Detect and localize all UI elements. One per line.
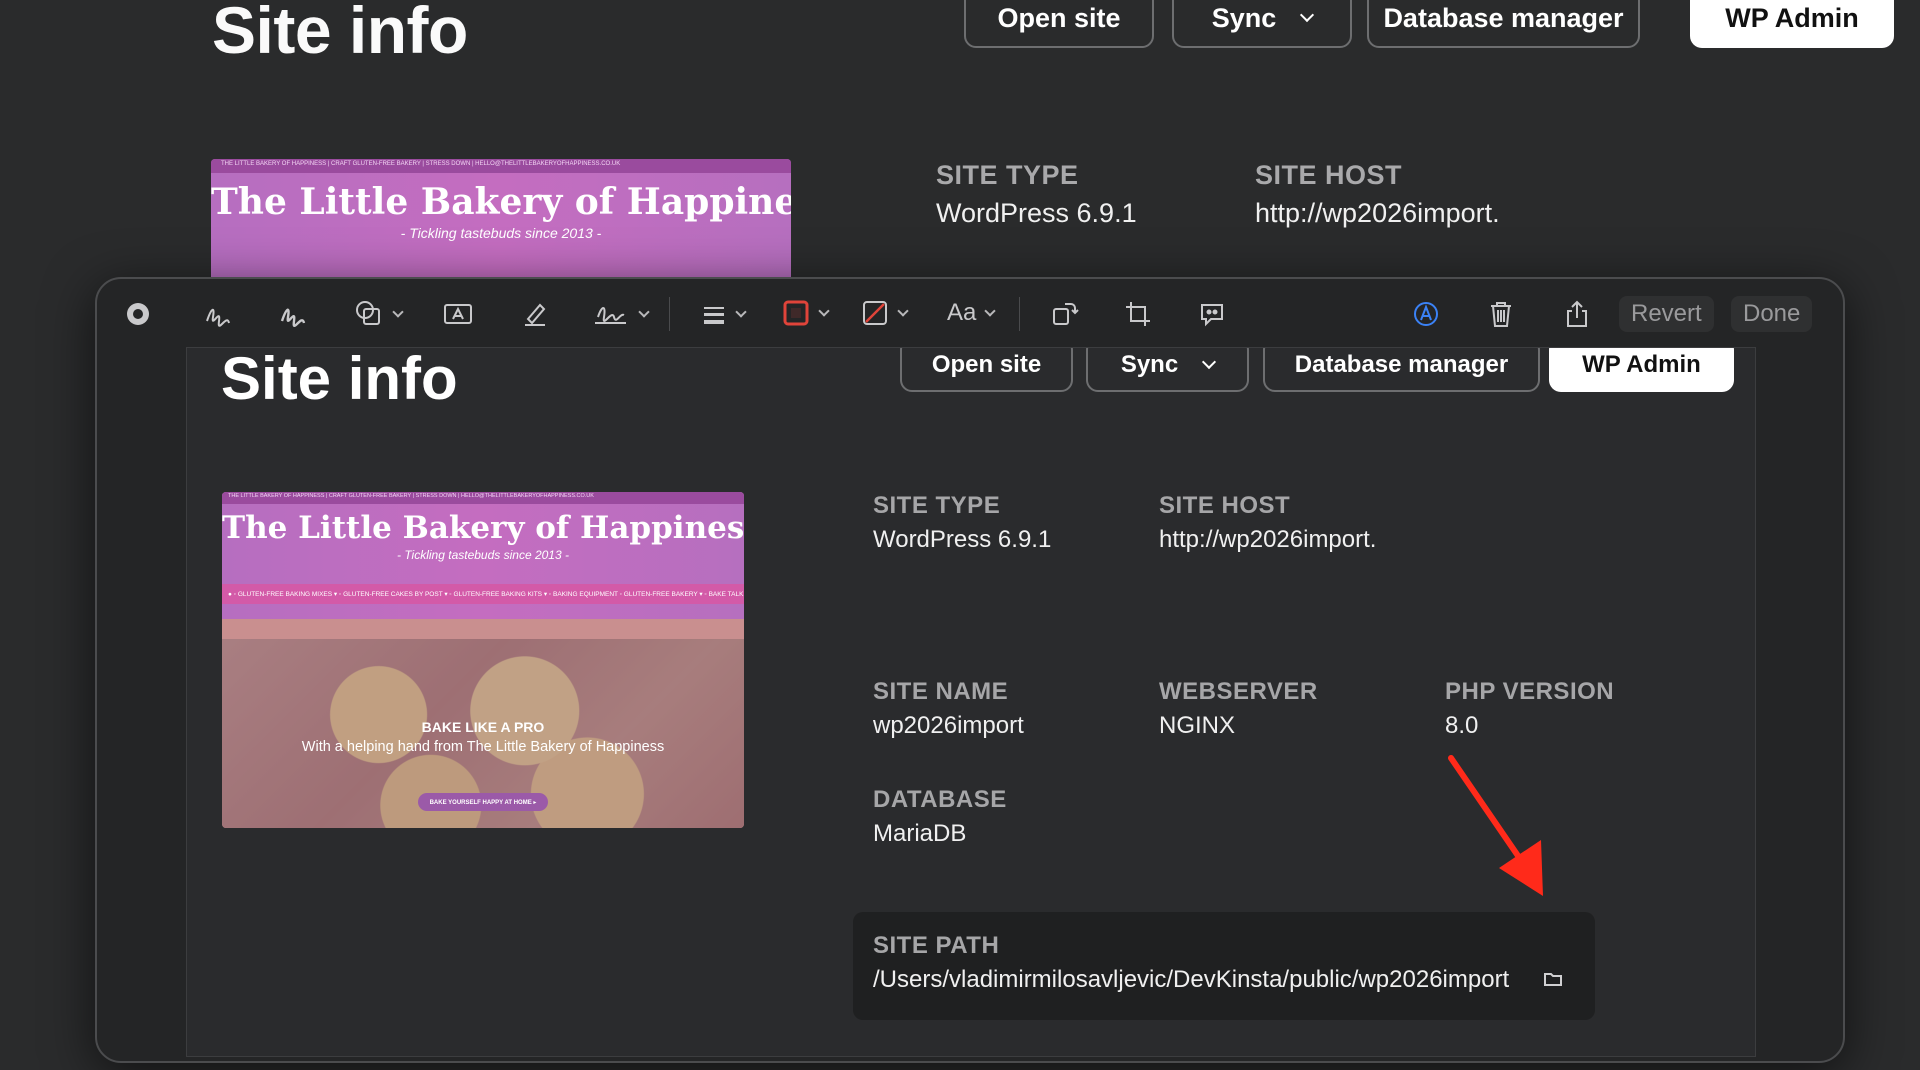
site-thumbnail: THE LITTLE BAKERY OF HAPPINESS | CRAFT G… [211, 159, 791, 279]
draw-icon[interactable] [278, 299, 308, 329]
site-name-label: SITE NAME [873, 678, 1009, 705]
thumbnail-subtitle: - Tickling tastebuds since 2013 - [397, 548, 569, 562]
chevron-down-icon [1300, 7, 1315, 23]
folder-icon[interactable] [1543, 970, 1563, 993]
border-color-icon[interactable] [782, 299, 830, 327]
revert-label: Revert [1631, 300, 1702, 327]
thumbnail-title: The Little Bakery of Happiness [211, 181, 791, 223]
revert-button[interactable]: Revert [1619, 296, 1714, 332]
fill-color-icon[interactable] [861, 299, 909, 327]
database-manager-label: Database manager [1383, 2, 1624, 33]
database-manager-button[interactable]: Database manager [1367, 0, 1640, 48]
done-label: Done [1743, 300, 1801, 327]
thumbnail-top-bar: THE LITTLE BAKERY OF HAPPINESS | CRAFT G… [211, 159, 791, 173]
database-manager-label: Database manager [1294, 351, 1509, 378]
site-name-value: wp2026import [873, 712, 1024, 739]
shapes-icon[interactable] [354, 299, 404, 329]
thumbnail-title: The Little Bakery of Happiness [222, 510, 744, 546]
chevron-down-icon [735, 305, 747, 318]
signature-icon[interactable] [592, 299, 650, 329]
site-host-value: http://wp2026import. [1255, 198, 1500, 228]
site-host-value: http://wp2026import. [1159, 526, 1377, 553]
markup-canvas[interactable]: Site info Open site Sync Database manage… [186, 347, 1756, 1057]
chevron-down-icon [818, 304, 830, 317]
speech-bubble-icon[interactable] [1197, 299, 1227, 329]
thumbnail-subtitle: - Tickling tastebuds since 2013 - [400, 225, 602, 241]
database-value: MariaDB [873, 820, 967, 847]
site-host-label: SITE HOST [1159, 492, 1291, 519]
chevron-down-icon [392, 305, 404, 318]
open-site-label: Open site [997, 2, 1121, 33]
text-style-button[interactable]: Aa [947, 299, 997, 327]
thumbnail-nav: ● ◦ GLUTEN-FREE BAKING MIXES ▾ ◦ GLUTEN-… [222, 584, 744, 604]
page-title: Site info [221, 347, 458, 412]
hero-text: With a helping hand from The Little Bake… [301, 739, 665, 755]
wp-admin-button[interactable]: WP Admin [1549, 348, 1734, 392]
database-manager-button[interactable]: Database manager [1263, 348, 1540, 392]
markup-window: Aa Revert Done Site info Open site Sync … [95, 277, 1845, 1063]
wp-admin-button[interactable]: WP Admin [1690, 0, 1894, 48]
toolbar-separator [669, 297, 670, 331]
sync-button[interactable]: Sync [1172, 0, 1352, 48]
hero-heading: BAKE LIKE A PRO [421, 719, 545, 735]
site-path-label: SITE PATH [873, 932, 1000, 959]
wp-admin-label: WP Admin [1582, 351, 1701, 378]
webserver-label: WEBSERVER [1159, 678, 1318, 705]
chevron-down-icon [897, 304, 909, 317]
open-site-button[interactable]: Open site [964, 0, 1154, 48]
record-icon[interactable] [125, 301, 151, 327]
text-box-icon[interactable] [442, 299, 474, 329]
sync-label: Sync [1120, 351, 1179, 378]
site-type-label: SITE TYPE [936, 160, 1079, 190]
site-type-value: WordPress 6.9.1 [873, 526, 1052, 553]
site-host-label: SITE HOST [1255, 160, 1403, 190]
chevron-down-icon [1202, 354, 1217, 370]
annotation-arrow[interactable] [1437, 748, 1557, 908]
wp-admin-label: WP Admin [1725, 2, 1859, 33]
thumbnail-hero-image: BAKE LIKE A PRO With a helping hand from… [222, 639, 744, 828]
annotate-icon[interactable] [1411, 299, 1441, 329]
sync-button[interactable]: Sync [1086, 348, 1249, 392]
site-type-label: SITE TYPE [873, 492, 1001, 519]
line-style-icon[interactable] [701, 299, 747, 329]
thumbnail-banner: THE LITTLE BAKERY OF HAPPINESS | CRAFT G… [222, 492, 744, 619]
toolbar-separator [1019, 297, 1020, 331]
site-path-value[interactable]: /Users/vladimirmilosavljevic/DevKinsta/p… [873, 966, 1509, 994]
database-label: DATABASE [873, 786, 1007, 813]
site-path-panel: SITE PATH /Users/vladimirmilosavljevic/D… [853, 912, 1595, 1020]
trash-icon[interactable] [1487, 299, 1515, 329]
site-type-value: WordPress 6.9.1 [936, 198, 1137, 228]
share-icon[interactable] [1563, 299, 1591, 329]
rotate-icon[interactable] [1049, 299, 1079, 329]
markup-toolbar: Aa Revert Done [97, 279, 1843, 349]
open-site-button[interactable]: Open site [900, 348, 1073, 392]
highlight-icon[interactable] [520, 299, 550, 329]
chevron-down-icon [984, 304, 997, 317]
page-title: Site info [212, 0, 468, 67]
sync-label: Sync [1211, 2, 1277, 33]
crop-icon[interactable] [1123, 299, 1153, 329]
text-style-icon: Aa [947, 299, 977, 326]
done-button[interactable]: Done [1731, 296, 1813, 332]
php-version-value: 8.0 [1445, 712, 1479, 739]
thumbnail-top-bar: THE LITTLE BAKERY OF HAPPINESS | CRAFT G… [222, 492, 744, 504]
webserver-value: NGINX [1159, 712, 1236, 739]
chevron-down-icon [638, 305, 650, 318]
site-thumbnail: THE LITTLE BAKERY OF HAPPINESS | CRAFT G… [222, 492, 744, 828]
open-site-label: Open site [931, 351, 1042, 378]
sketch-icon[interactable] [203, 299, 233, 329]
hero-button: BAKE YOURSELF HAPPY AT HOME ▸ [418, 793, 548, 811]
php-version-label: PHP VERSION [1445, 678, 1615, 705]
